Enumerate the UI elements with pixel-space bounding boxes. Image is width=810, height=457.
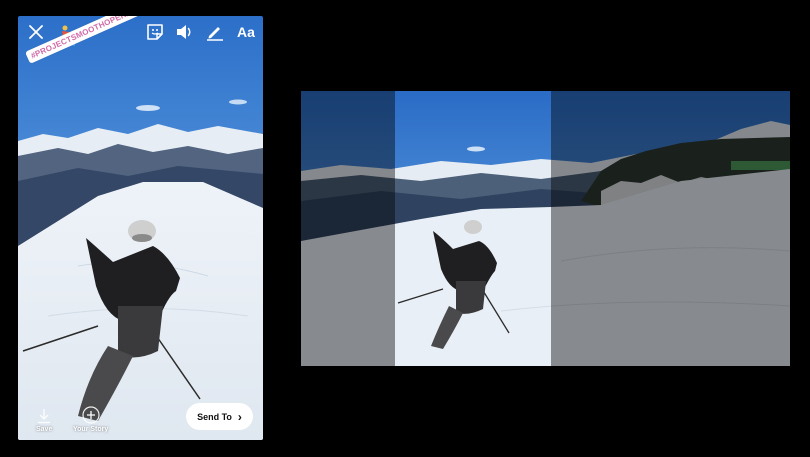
sticker-icon [147, 24, 163, 40]
text-button[interactable]: Aa [234, 22, 258, 42]
pen-icon [207, 27, 223, 41]
send-to-label: Send To [197, 411, 232, 422]
your-story-label: Your Story [73, 426, 109, 433]
close-icon [29, 25, 43, 39]
add-story-icon [82, 406, 100, 424]
sticker-button[interactable] [145, 22, 165, 42]
save-label: Save [36, 426, 53, 433]
chevron-right-icon: › [237, 409, 242, 424]
story-editor-screen: #PROJECTSMOOTHOPERATOR Aa Save [18, 16, 263, 440]
sound-button[interactable] [175, 22, 195, 42]
text-tool-icon: Aa [237, 24, 255, 40]
dimmed-left-region [301, 91, 395, 366]
dimmed-right-region [551, 91, 790, 366]
close-button[interactable] [26, 22, 46, 42]
speaker-icon [177, 25, 191, 39]
send-to-button[interactable]: Send To › [186, 403, 253, 430]
ski-photo [18, 16, 263, 440]
wide-ski-photo [301, 91, 790, 366]
crop-comparison [301, 91, 790, 366]
draw-button[interactable] [205, 22, 225, 42]
your-story-button[interactable]: Your Story [73, 406, 108, 433]
download-icon [38, 409, 51, 424]
save-button[interactable]: Save [36, 408, 52, 433]
